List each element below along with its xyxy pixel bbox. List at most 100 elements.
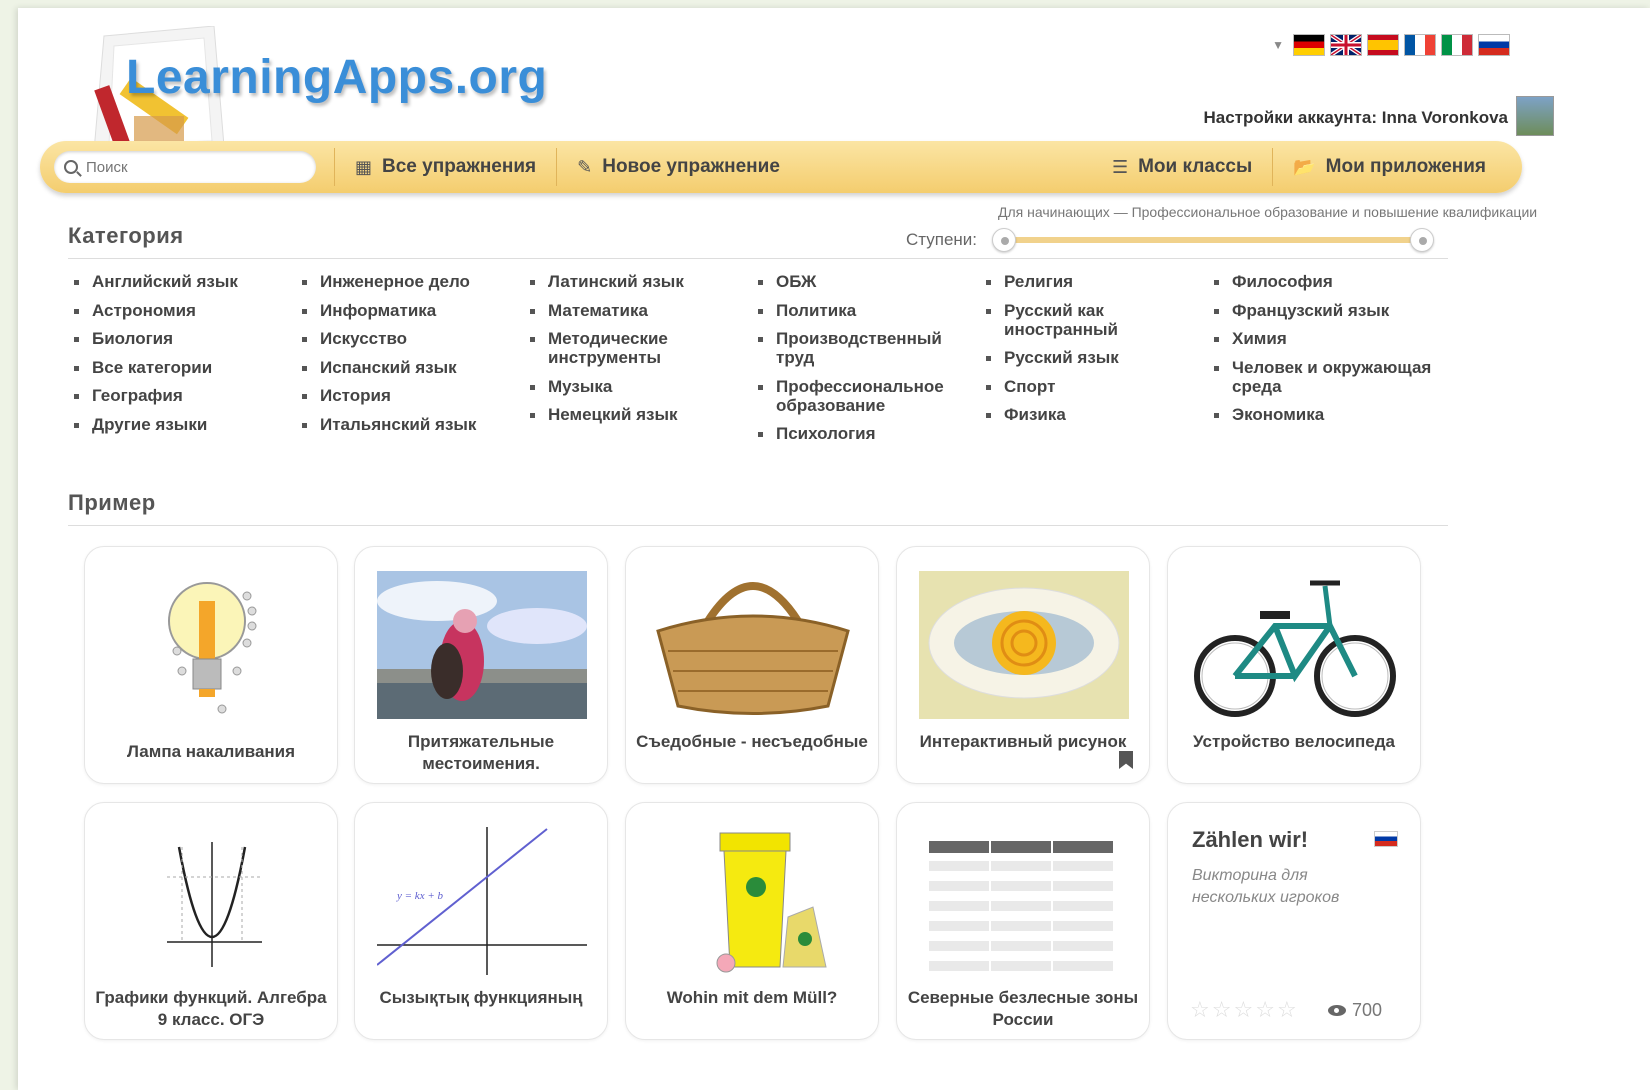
spanish-flag-icon[interactable] bbox=[1367, 34, 1399, 56]
category-link[interactable]: Инженерное дело bbox=[298, 272, 518, 291]
search-box[interactable] bbox=[54, 151, 316, 183]
app-card[interactable]: Устройство велосипеда bbox=[1167, 546, 1421, 784]
app-card[interactable]: Графики функций. Алгебра 9 класс. ОГЭ bbox=[84, 802, 338, 1040]
app-card-title: Графики функций. Алгебра 9 класс. ОГЭ bbox=[95, 988, 327, 1029]
category-link[interactable]: Немецкий язык bbox=[526, 405, 716, 424]
category-link[interactable]: Психология bbox=[754, 424, 964, 443]
uk-flag-icon[interactable] bbox=[1330, 34, 1362, 56]
category-link[interactable]: География bbox=[70, 386, 290, 405]
divider bbox=[68, 258, 1448, 259]
nav-all-exercises[interactable]: ▦ Все упражнения bbox=[341, 156, 550, 178]
category-column: Латинский язык Математика Методические и… bbox=[526, 272, 716, 434]
account-settings-link[interactable]: Настройки аккаунта: Inna Voronkova bbox=[1204, 108, 1509, 128]
nav-divider bbox=[334, 148, 335, 186]
nav-new-exercise-label: Новое упражнение bbox=[602, 156, 780, 177]
stage-label: Ступени: bbox=[906, 230, 978, 249]
folder-icon: 📂 bbox=[1293, 156, 1316, 177]
category-link[interactable]: Физика bbox=[982, 405, 1162, 424]
nav-my-classes[interactable]: ☰ Мои классы bbox=[1098, 156, 1266, 178]
logo[interactable]: LearningApps.org bbox=[126, 50, 547, 105]
eye-diagram-image bbox=[919, 571, 1129, 719]
divider bbox=[68, 525, 1448, 526]
category-link[interactable]: Латинский язык bbox=[526, 272, 716, 291]
category-link[interactable]: Все категории bbox=[70, 358, 290, 377]
app-card-title: Wohin mit dem Müll? bbox=[666, 988, 838, 1007]
italian-flag-icon[interactable] bbox=[1441, 34, 1473, 56]
page: LearningApps.org ▼ Настройки аккаунта: I… bbox=[18, 8, 1650, 1090]
views-count: 700 bbox=[1352, 1000, 1383, 1020]
app-card[interactable]: y = kx + b Сызықтық функцияның bbox=[354, 802, 608, 1040]
search-input[interactable] bbox=[86, 158, 286, 176]
nav-divider bbox=[1272, 148, 1274, 186]
app-card-title: Устройство велосипеда bbox=[1193, 732, 1395, 751]
app-card-title: Притяжательные местоимения. bbox=[407, 732, 555, 773]
search-icon bbox=[64, 160, 78, 174]
photo-image bbox=[377, 571, 587, 719]
category-link[interactable]: Спорт bbox=[982, 377, 1162, 396]
linear-graph-image: y = kx + b bbox=[377, 827, 587, 975]
category-link[interactable]: Испанский язык bbox=[298, 358, 518, 377]
category-link[interactable]: Английский язык bbox=[70, 272, 290, 291]
app-card[interactable]: Притяжательные местоимения. bbox=[354, 546, 608, 784]
category-link[interactable]: История bbox=[298, 386, 518, 405]
basket-image bbox=[656, 582, 850, 715]
category-link[interactable]: Философия bbox=[1210, 272, 1440, 291]
category-link[interactable]: Религия bbox=[982, 272, 1162, 291]
nav-divider bbox=[556, 148, 558, 186]
german-flag-icon[interactable] bbox=[1293, 34, 1325, 56]
category-link[interactable]: Профессиональное образование bbox=[754, 377, 964, 415]
star-icon[interactable]: ☆ bbox=[1212, 997, 1234, 1022]
category-link[interactable]: Методические инструменты bbox=[526, 329, 716, 367]
app-card[interactable]: Интерактивный рисунок bbox=[896, 546, 1150, 784]
category-link[interactable]: Русский как иностранный bbox=[982, 301, 1162, 339]
category-link[interactable]: Химия bbox=[1210, 329, 1440, 348]
app-card-title: Лампа накаливания bbox=[126, 742, 296, 761]
language-selector[interactable]: ▼ bbox=[1272, 34, 1510, 56]
stage-slider-min-handle[interactable] bbox=[992, 228, 1016, 252]
category-link[interactable]: Астрономия bbox=[70, 301, 290, 320]
app-card[interactable]: Wohin mit dem Müll? bbox=[625, 802, 879, 1040]
category-column: ОБЖ Политика Производственный труд Профе… bbox=[754, 272, 964, 453]
star-icon[interactable]: ☆ bbox=[1190, 997, 1212, 1022]
category-link[interactable]: Итальянский язык bbox=[298, 415, 518, 434]
app-card-title: Съедобные - несъедобные bbox=[636, 732, 868, 751]
table-image bbox=[929, 841, 1113, 971]
nav-new-exercise[interactable]: ✎ Новое упражнение bbox=[563, 156, 794, 178]
category-link[interactable]: Информатика bbox=[298, 301, 518, 320]
stage-range-note: Для начинающих — Профессиональное образо… bbox=[998, 204, 1538, 220]
category-link[interactable]: Экономика bbox=[1210, 405, 1440, 424]
nav-my-apps-label: Мои приложения bbox=[1325, 156, 1486, 177]
nav-my-apps[interactable]: 📂 Мои приложения bbox=[1279, 156, 1522, 178]
category-link[interactable]: Музыка bbox=[526, 377, 716, 396]
lightbulb-image bbox=[168, 582, 257, 714]
bicycle-image bbox=[1194, 580, 1396, 717]
category-link[interactable]: Производственный труд bbox=[754, 329, 964, 367]
category-link[interactable]: Французский язык bbox=[1210, 301, 1440, 320]
app-card[interactable]: Северные безлесные зоны России bbox=[896, 802, 1150, 1040]
bookmark-icon[interactable] bbox=[1119, 751, 1133, 769]
category-link[interactable]: Другие языки bbox=[70, 415, 290, 434]
category-link[interactable]: Политика bbox=[754, 301, 964, 320]
category-link[interactable]: Биология bbox=[70, 329, 290, 348]
rating-stars[interactable]: ☆☆☆☆☆ bbox=[1190, 997, 1299, 1023]
eye-icon bbox=[1328, 1005, 1346, 1016]
star-icon[interactable]: ☆ bbox=[1233, 997, 1255, 1022]
star-icon[interactable]: ☆ bbox=[1255, 997, 1277, 1022]
stage-slider-max-handle[interactable] bbox=[1410, 228, 1434, 252]
category-link[interactable]: Искусство bbox=[298, 329, 518, 348]
category-link[interactable]: Человек и окружающая среда bbox=[1210, 358, 1440, 396]
caret-down-icon[interactable]: ▼ bbox=[1272, 38, 1284, 52]
category-link[interactable]: Русский язык bbox=[982, 348, 1162, 367]
stage-slider[interactable] bbox=[998, 237, 1416, 243]
russian-flag-icon[interactable] bbox=[1478, 34, 1510, 56]
star-icon[interactable]: ☆ bbox=[1277, 997, 1299, 1022]
quiz-card[interactable]: Zählen wir! Викторина для нескольких игр… bbox=[1167, 802, 1421, 1040]
app-card[interactable]: Лампа накаливания bbox=[84, 546, 338, 784]
nav-all-exercises-label: Все упражнения bbox=[382, 156, 537, 177]
category-link[interactable]: Математика bbox=[526, 301, 716, 320]
app-card[interactable]: Съедобные - несъедобные bbox=[625, 546, 879, 784]
category-link[interactable]: ОБЖ bbox=[754, 272, 964, 291]
french-flag-icon[interactable] bbox=[1404, 34, 1436, 56]
avatar[interactable] bbox=[1516, 96, 1554, 136]
app-card-title: Интерактивный рисунок bbox=[919, 732, 1127, 751]
